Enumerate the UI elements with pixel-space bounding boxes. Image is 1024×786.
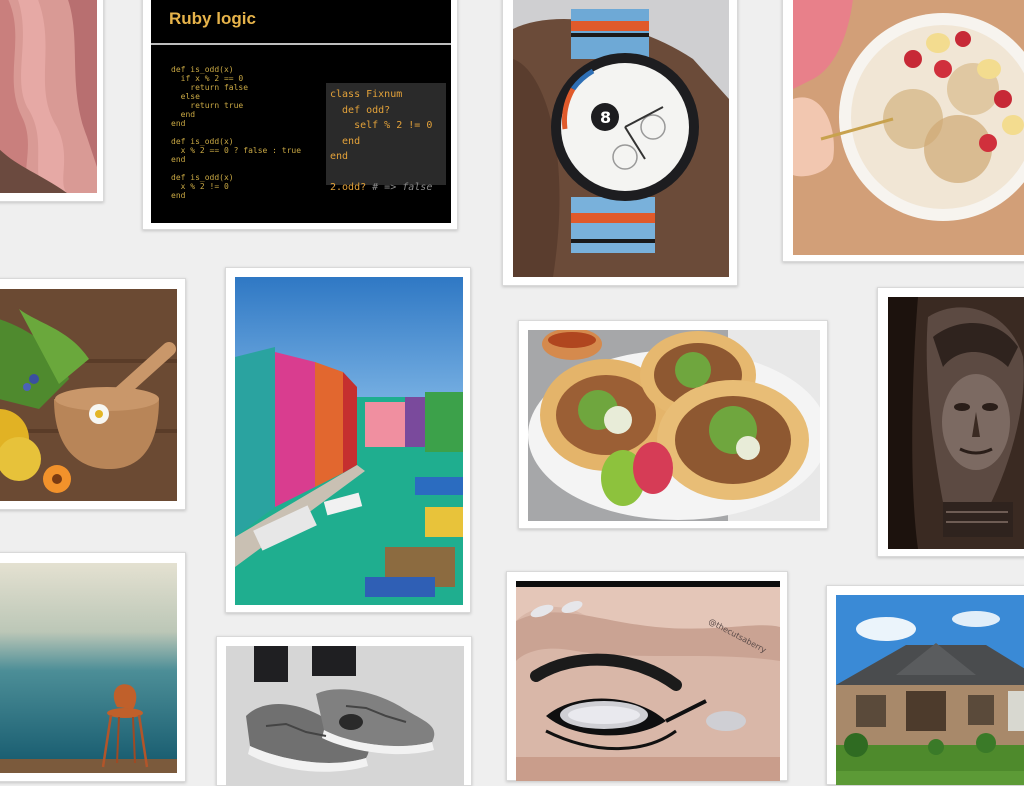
ruby-slide-title: Ruby logic bbox=[169, 9, 256, 28]
ruby-code-left: def is_odd(x) if x % 2 == 0 return false… bbox=[171, 65, 302, 200]
code-line: def odd? bbox=[330, 104, 391, 116]
pin-image-tacos[interactable] bbox=[528, 330, 820, 521]
pin-card-herbs-mortar[interactable] bbox=[0, 278, 186, 510]
pin-image-stone-house[interactable] bbox=[836, 595, 1024, 785]
pin-image-ombre-wall[interactable] bbox=[0, 563, 177, 773]
pin-card-pink-hair[interactable] bbox=[0, 0, 104, 202]
watch-dial-number: 8 bbox=[600, 108, 611, 127]
code-line: class Fixnum bbox=[330, 89, 403, 100]
pin-image-pink-hair[interactable] bbox=[0, 0, 97, 193]
pin-card-ruby-logic[interactable]: Ruby logic def is_odd(x) if x % 2 == 0 r… bbox=[142, 0, 458, 230]
pin-image-oatmeal-bowl[interactable] bbox=[793, 0, 1024, 255]
ruby-code-right: class Fixnum def odd? self % 2 != 0 end … bbox=[330, 87, 432, 196]
pin-card-oatmeal-bowl[interactable] bbox=[782, 0, 1024, 262]
code-line: end bbox=[330, 135, 361, 147]
pin-image-eye-makeup[interactable]: @thecutsaberry bbox=[516, 581, 780, 781]
pin-card-tattoo[interactable] bbox=[877, 287, 1024, 557]
code-comment: # => false bbox=[366, 182, 433, 193]
pin-image-watch[interactable]: 8 bbox=[513, 0, 729, 277]
code-line: end bbox=[330, 151, 349, 162]
ruby-code-box: class Fixnum def odd? self % 2 != 0 end … bbox=[326, 83, 446, 193]
pin-card-colorful-canal[interactable] bbox=[225, 267, 471, 613]
pin-card-eye-makeup[interactable]: @thecutsaberry bbox=[506, 571, 788, 781]
code-line: self % 2 != 0 bbox=[330, 120, 433, 131]
pin-card-watch[interactable]: 8 bbox=[502, 0, 738, 286]
pin-card-stone-house[interactable] bbox=[826, 585, 1024, 785]
pin-image-herbs-mortar[interactable] bbox=[0, 289, 177, 501]
pin-image-colorful-canal[interactable] bbox=[235, 277, 463, 605]
pin-card-sneakers[interactable] bbox=[216, 636, 472, 786]
pin-image-ruby-logic[interactable]: Ruby logic def is_odd(x) if x % 2 == 0 r… bbox=[151, 0, 451, 223]
pin-image-tattoo[interactable] bbox=[888, 297, 1024, 549]
ruby-slide-divider bbox=[151, 43, 451, 45]
pin-image-sneakers[interactable] bbox=[226, 646, 464, 786]
code-call: 2.odd? bbox=[330, 182, 367, 193]
pin-card-ombre-wall[interactable] bbox=[0, 552, 186, 782]
pin-card-tacos[interactable] bbox=[518, 320, 828, 529]
